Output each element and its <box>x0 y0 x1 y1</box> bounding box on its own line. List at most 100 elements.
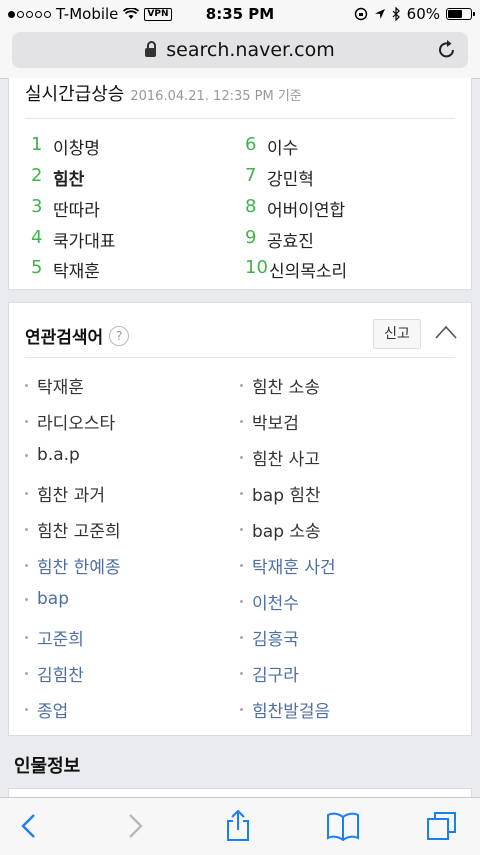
person-info-title: 인물정보 <box>14 756 81 777</box>
related-keyword-text: 힘찬 고준희 <box>37 522 121 542</box>
realtime-timestamp: 2016.04.21. 12:35 PM 기준 <box>130 89 302 104</box>
bookmarks-icon[interactable] <box>326 810 360 842</box>
battery-icon <box>446 8 475 20</box>
bullet <box>240 636 243 639</box>
realtime-header: 실시간급상승 2016.04.21. 12:35 PM 기준 <box>25 80 302 106</box>
trending-keyword: 딴따라 <box>53 201 100 221</box>
related-keyword-text: 힘찬 사고 <box>252 450 320 470</box>
related-keyword[interactable]: 고준희 <box>25 625 84 650</box>
trending-keyword: 공효진 <box>267 232 314 252</box>
bullet <box>25 708 28 711</box>
trending-item[interactable]: 4 쿡가대표 <box>31 227 116 252</box>
bullet <box>240 600 243 603</box>
related-keyword[interactable]: 종업 <box>25 697 68 722</box>
report-button[interactable]: 신고 <box>373 319 421 349</box>
trending-item[interactable]: 5 탁재훈 <box>31 257 100 282</box>
rank-number: 6 <box>245 134 257 155</box>
related-keyword[interactable]: bap 소송 <box>240 517 321 542</box>
related-keyword[interactable]: 김흥국 <box>240 625 299 650</box>
trending-keyword: 신의목소리 <box>269 262 348 282</box>
bullet <box>240 528 243 531</box>
browser-toolbar <box>0 797 480 855</box>
trending-item[interactable]: 6 이수 <box>245 134 298 159</box>
divider <box>25 118 455 119</box>
related-keyword[interactable]: 힘찬 고준희 <box>25 517 121 542</box>
related-keyword[interactable]: 김구라 <box>240 661 299 686</box>
related-keyword-text: bap 힘찬 <box>252 486 321 506</box>
related-keyword-text: bap <box>37 589 69 609</box>
bullet <box>25 528 28 531</box>
share-icon[interactable] <box>222 810 254 842</box>
battery-percent: 60% <box>406 5 440 23</box>
trending-keyword: 어버이연합 <box>267 201 346 221</box>
address-bar-container: search.naver.com <box>0 28 480 79</box>
trending-item[interactable]: 9 공효진 <box>245 227 314 252</box>
related-keyword-text: 힘찬 과거 <box>37 486 105 506</box>
related-keyword-text: 힘찬발걸음 <box>252 702 331 722</box>
bullet <box>240 492 243 495</box>
tabs-icon[interactable] <box>426 810 458 842</box>
related-keyword-text: 김힘찬 <box>37 666 84 686</box>
realtime-trending-card: 실시간급상승 2016.04.21. 12:35 PM 기준 1 이창명 2 힘찬 3… <box>8 78 472 290</box>
trending-item[interactable]: 3 딴따라 <box>31 196 100 221</box>
bluetooth-icon <box>392 7 400 21</box>
related-title: 연관검색어 <box>25 328 104 348</box>
location-arrow-icon <box>374 9 385 19</box>
related-keyword[interactable]: bap 힘찬 <box>240 481 321 506</box>
bullet <box>25 420 28 423</box>
trending-item[interactable]: 1 이창명 <box>31 134 100 159</box>
rank-number: 5 <box>31 257 43 278</box>
related-keyword[interactable]: 라디오스타 <box>25 409 115 434</box>
trending-item[interactable]: 7 강민혁 <box>245 165 314 190</box>
related-keyword[interactable]: 김힘찬 <box>25 661 84 686</box>
trending-item[interactable]: 8 어버이연합 <box>245 196 345 221</box>
related-keyword[interactable]: b.a.p <box>25 445 80 465</box>
status-bar: T-Mobile VPN 8:35 PM 60% <box>0 0 480 28</box>
related-keyword-text: 라디오스타 <box>37 414 116 434</box>
trending-keyword: 힘찬 <box>53 170 85 190</box>
rank-number: 7 <box>245 165 257 186</box>
bullet <box>25 636 28 639</box>
chevron-up-icon[interactable] <box>435 325 457 339</box>
related-keyword-text: bap 소송 <box>252 522 321 542</box>
trending-item[interactable]: 2 힘찬 <box>31 165 84 190</box>
forward-icon[interactable] <box>118 810 150 842</box>
trending-keyword: 쿡가대표 <box>53 232 116 252</box>
related-keyword-text: 탁재훈 <box>37 378 84 398</box>
rank-number: 9 <box>245 227 257 248</box>
bullet <box>240 708 243 711</box>
bullet <box>25 564 28 567</box>
related-header: 연관검색어 ? <box>25 323 130 348</box>
reload-icon[interactable] <box>436 39 458 61</box>
related-keyword-text: 힘찬 한예종 <box>37 558 121 578</box>
bullet <box>25 492 28 495</box>
back-icon[interactable] <box>14 810 46 842</box>
related-keyword[interactable]: 힘찬 소송 <box>240 373 320 398</box>
rank-number: 3 <box>31 196 43 217</box>
address-bar[interactable]: search.naver.com <box>12 32 468 68</box>
rank-number: 4 <box>31 227 43 248</box>
related-keyword[interactable]: 이천수 <box>240 589 299 614</box>
related-keyword-text: 김구라 <box>252 666 299 686</box>
related-keyword-text: 종업 <box>37 702 69 722</box>
rank-number: 2 <box>31 165 43 186</box>
bullet <box>25 597 28 601</box>
related-keyword[interactable]: 힘찬 한예종 <box>25 553 121 578</box>
related-keyword[interactable]: bap <box>25 589 69 609</box>
related-keyword[interactable]: 힘찬 사고 <box>240 445 320 470</box>
trending-keyword: 이수 <box>267 139 299 159</box>
related-keyword-text: 이천수 <box>252 594 299 614</box>
related-keyword[interactable]: 박보검 <box>240 409 299 434</box>
bullet <box>25 384 28 387</box>
related-keyword[interactable]: 힘찬 과거 <box>25 481 105 506</box>
related-searches-card: 연관검색어 ? 신고 탁재훈 라디오스타 b.a.p 힘찬 과거 힘찬 고준희 … <box>8 302 472 736</box>
help-icon[interactable]: ? <box>109 325 130 346</box>
related-keyword-text: 힘찬 소송 <box>252 378 320 398</box>
related-keyword-text: 김흥국 <box>252 630 299 650</box>
related-keyword[interactable]: 탁재훈 <box>25 373 84 398</box>
rank-number: 1 <box>31 134 43 155</box>
related-keyword[interactable]: 탁재훈 사건 <box>240 553 336 578</box>
related-keyword[interactable]: 힘찬발걸음 <box>240 697 330 722</box>
trending-item[interactable]: 10 신의목소리 <box>245 257 347 282</box>
related-keyword-text: 고준희 <box>37 630 84 650</box>
